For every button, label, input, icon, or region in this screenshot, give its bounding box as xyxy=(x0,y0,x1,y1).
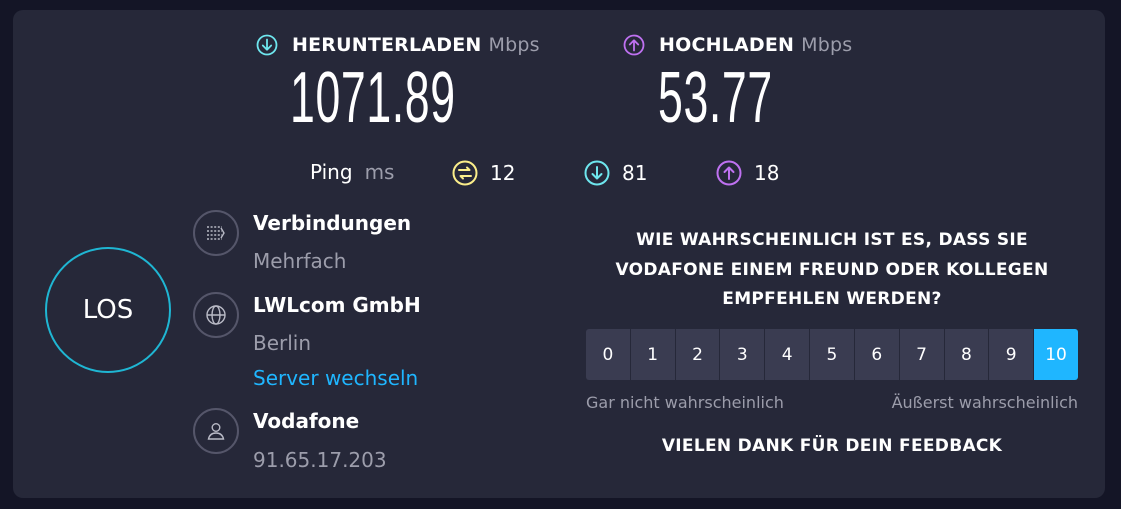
ping-unit: ms xyxy=(364,160,395,184)
download-label: HERUNTERLADEN xyxy=(292,34,482,56)
provider-name: Vodafone xyxy=(253,409,360,433)
rating-option-7[interactable]: 7 xyxy=(899,329,944,380)
rating-option-5[interactable]: 5 xyxy=(810,329,854,380)
scale-high-label: Äußerst wahrscheinlich xyxy=(891,393,1078,412)
upload-label: HOCHLADEN xyxy=(659,34,795,56)
change-server-link[interactable]: Server wechseln xyxy=(253,366,418,390)
download-unit: Mbps xyxy=(488,34,540,56)
ping-upload: 18 xyxy=(716,160,779,186)
ping-download-value: 81 xyxy=(622,161,648,185)
survey-thanks: VIELEN DANK FÜR DEIN FEEDBACK xyxy=(661,436,1003,456)
upload-unit: Mbps xyxy=(801,34,853,56)
connections-value: Mehrfach xyxy=(253,249,347,273)
upload-latency-icon xyxy=(716,160,742,186)
rating-option-6[interactable]: 6 xyxy=(854,329,899,380)
download-value: 1071.89 xyxy=(290,58,456,138)
rating-option-10[interactable]: 10 xyxy=(1034,329,1078,380)
download-arrow-icon xyxy=(256,34,278,56)
upload-value: 53.77 xyxy=(658,58,773,138)
upload-arrow-icon xyxy=(623,34,645,56)
connections-title: Verbindungen xyxy=(253,211,412,235)
rating-option-0[interactable]: 0 xyxy=(586,329,630,380)
provider-ip: 91.65.17.203 xyxy=(253,448,387,472)
globe-icon xyxy=(206,305,226,325)
connections-icon xyxy=(207,226,225,240)
download-header: HERUNTERLADEN Mbps xyxy=(256,34,540,56)
server-name: LWLcom GmbH xyxy=(253,293,421,317)
rating-option-3[interactable]: 3 xyxy=(720,329,765,380)
ping-idle-value: 12 xyxy=(490,161,516,185)
ping-idle: 12 xyxy=(452,160,515,186)
server-location: Berlin xyxy=(253,331,312,355)
rating-option-9[interactable]: 9 xyxy=(989,329,1034,380)
globe-icon-wrap xyxy=(193,292,239,338)
idle-latency-icon xyxy=(452,160,478,186)
ping-upload-value: 18 xyxy=(754,161,780,185)
rating-option-4[interactable]: 4 xyxy=(765,329,810,380)
go-button[interactable]: LOS xyxy=(45,247,171,373)
connections-icon-wrap xyxy=(193,210,239,256)
user-icon-wrap xyxy=(193,408,239,454)
rating-option-8[interactable]: 8 xyxy=(944,329,989,380)
rating-scale: 0 1 2 3 4 5 6 7 8 9 10 xyxy=(586,329,1078,380)
ping-row: Ping ms xyxy=(310,160,394,184)
upload-header: HOCHLADEN Mbps xyxy=(623,34,852,56)
rating-option-2[interactable]: 2 xyxy=(675,329,720,380)
ping-download: 81 xyxy=(584,160,647,186)
scale-low-label: Gar nicht wahrscheinlich xyxy=(586,393,784,412)
go-button-label: LOS xyxy=(82,295,134,325)
user-icon xyxy=(207,422,225,440)
download-latency-icon xyxy=(584,160,610,186)
ping-label: Ping xyxy=(310,160,353,184)
rating-option-1[interactable]: 1 xyxy=(630,329,675,380)
survey-question: WIE WAHRSCHEINLICH IST ES, DASS SIE VODA… xyxy=(615,230,1049,309)
